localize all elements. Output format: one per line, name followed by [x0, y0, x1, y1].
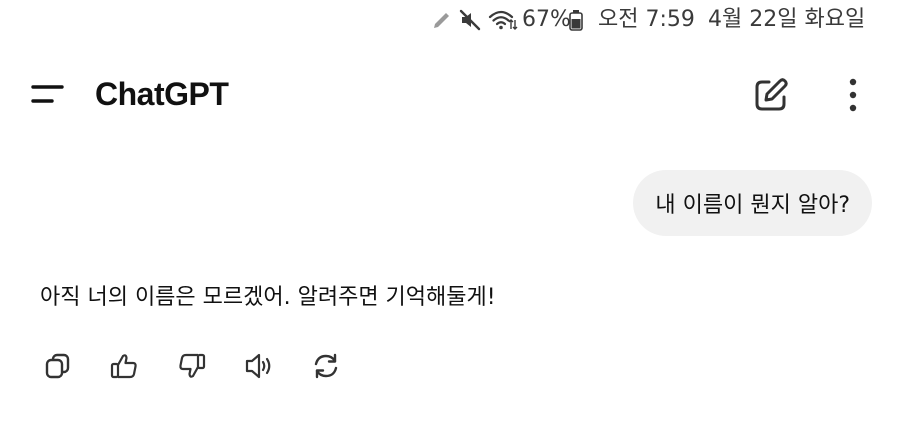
- edit-icon: [748, 72, 794, 118]
- thumbs-up-button[interactable]: [106, 348, 142, 384]
- status-time: 오전 7:59: [598, 7, 695, 32]
- more-vert-icon: [836, 72, 870, 118]
- wifi-icon: [488, 8, 518, 32]
- copy-icon: [40, 348, 76, 384]
- speaker-icon: [242, 348, 278, 384]
- regenerate-icon: [308, 348, 344, 384]
- menu-button[interactable]: [22, 72, 72, 116]
- user-message: 내 이름이 뭔지 알아?: [633, 170, 872, 236]
- battery-icon: [568, 8, 584, 32]
- message-actions: [0, 344, 900, 388]
- status-date: 4월 22일 화요일: [708, 7, 866, 32]
- page-title: ChatGPT: [95, 76, 229, 112]
- pencil-icon: [430, 8, 454, 32]
- regenerate-button[interactable]: [308, 348, 344, 384]
- new-chat-button[interactable]: [748, 72, 794, 118]
- user-message-text: 내 이름이 뭔지 알아?: [655, 193, 850, 218]
- thumbs-down-button[interactable]: [174, 348, 210, 384]
- thumbs-up-icon: [106, 348, 142, 384]
- battery-percent: 67%: [522, 7, 571, 32]
- assistant-message: 아직 너의 이름은 모르겠어. 알려주면 기억해둘게!: [40, 285, 496, 310]
- read-aloud-button[interactable]: [242, 348, 278, 384]
- app-header: ChatGPT: [0, 60, 900, 130]
- more-options-button[interactable]: [836, 72, 870, 118]
- status-bar: 67% 오전 7:59 4월 22일 화요일: [0, 0, 900, 40]
- copy-button[interactable]: [40, 348, 76, 384]
- thumbs-down-icon: [174, 348, 210, 384]
- mute-icon: [458, 8, 482, 32]
- menu-icon: [22, 72, 72, 116]
